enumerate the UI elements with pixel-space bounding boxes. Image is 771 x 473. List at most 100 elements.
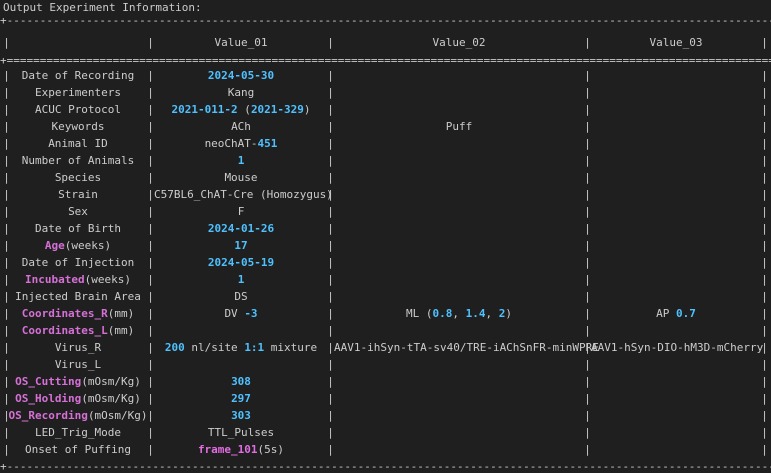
table-row: | | | | | Date of Recording 2024-05-30 (0, 67, 771, 84)
cell-value-01: 2024-05-30 (154, 67, 328, 84)
table-row: | | | | | Date of Injection 2024-05-19 (0, 254, 771, 271)
cell-value-03: AAV1-hSyn-DIO-hM3D-mCherry (591, 339, 763, 356)
cell-value-03 (591, 67, 761, 84)
text-segment: Strain (58, 188, 98, 201)
cell-value-01: 297 (154, 390, 328, 407)
column-divider: | (761, 103, 768, 116)
column-divider: | (761, 426, 768, 439)
cell-value-02 (334, 237, 584, 254)
column-divider: | (761, 324, 768, 337)
numeric-value: 1 (237, 273, 245, 286)
column-divider: | (761, 188, 768, 201)
cell-label: Injected Brain Area (7, 288, 149, 305)
table-header-row: | | Value_01 | Value_02 | Value_03 | (0, 34, 771, 51)
numeric-value: 1:1 (244, 341, 265, 354)
column-divider: | (584, 36, 591, 49)
numeric-value: 0.8 (432, 307, 453, 320)
column-divider: | (761, 171, 768, 184)
table-row: | | | | | Virus_R 200 nl/site 1:1 mixture AAV1-… (0, 339, 771, 356)
cell-label: Age(weeks) (7, 237, 149, 254)
cell-value-03 (591, 237, 761, 254)
cell-value-02 (334, 169, 584, 186)
text-segment: DS (234, 290, 248, 303)
text-segment: (mm) (107, 307, 135, 320)
table-row: | | | | | Age(weeks) 17 (0, 237, 771, 254)
column-divider: | (584, 154, 591, 167)
column-divider: | (761, 358, 768, 371)
text-segment: , (485, 307, 499, 320)
cell-label: Coordinates_L(mm) (7, 322, 149, 339)
header-cell-value-02: Value_02 (432, 36, 486, 49)
text-segment: (weeks) (64, 239, 112, 252)
cell-value-02 (334, 271, 584, 288)
table-row: | | | | | OS_Holding(mOsm/Kg) 297 (0, 390, 771, 407)
table-row: | | | | | OS_Recording(mOsm/Kg) 303 (0, 407, 771, 424)
cell-value-02 (334, 220, 584, 237)
highlighted-text: OS_Cutting (15, 375, 82, 388)
text-segment: Date of Recording (21, 69, 135, 82)
text-segment: , (452, 307, 466, 320)
table-border-header: +=======================================… (0, 55, 771, 67)
cell-value-01: 17 (154, 237, 328, 254)
column-divider: | (584, 358, 591, 371)
cell-value-02 (334, 186, 584, 203)
text-segment: Date of Injection (21, 256, 135, 269)
table-row: | | | | | Date of Birth 2024-01-26 (0, 220, 771, 237)
column-divider: | (761, 222, 768, 235)
cell-value-03 (591, 390, 761, 407)
table-row: | | | | | Incubated(weeks) 1 (0, 271, 771, 288)
cell-value-03 (591, 118, 761, 135)
table-row: | | | | | ACUC Protocol 2021-011-2 (2021-329) (0, 101, 771, 118)
column-divider: | (327, 426, 334, 439)
column-divider: | (584, 392, 591, 405)
cell-value-03 (591, 424, 761, 441)
cell-label: Sex (7, 203, 149, 220)
column-divider: | (584, 273, 591, 286)
cell-value-01: F (154, 203, 328, 220)
column-divider: | (327, 171, 334, 184)
text-segment: Onset of Puffing (25, 443, 131, 456)
column-divider: | (584, 137, 591, 150)
cell-value-01: DS (154, 288, 328, 305)
column-divider: | (761, 392, 768, 405)
column-divider: | (584, 409, 591, 422)
highlighted-text: Coordinates_L (21, 324, 108, 337)
column-divider: | (327, 307, 334, 320)
numeric-value: 451 (257, 137, 278, 150)
cell-label: OS_Cutting(mOsm/Kg) (7, 373, 149, 390)
cell-label: Species (7, 169, 149, 186)
cell-value-01: 2024-05-19 (154, 254, 328, 271)
text-segment: (mOsm/Kg) (81, 392, 141, 405)
text-segment: Mouse (224, 171, 258, 184)
text-segment: (mOsm/Kg) (87, 409, 148, 422)
cell-value-03 (591, 441, 761, 458)
cell-value-02 (334, 254, 584, 271)
cell-value-02 (334, 322, 584, 339)
column-divider: | (584, 171, 591, 184)
table-row: | | | | | OS_Cutting(mOsm/Kg) 308 (0, 373, 771, 390)
column-divider: | (584, 120, 591, 133)
column-divider: | (761, 239, 768, 252)
table-row: | | | | | Coordinates_L(mm) (0, 322, 771, 339)
cell-value-01: 1 (154, 271, 328, 288)
numeric-value: 200 (164, 341, 185, 354)
column-divider: | (584, 86, 591, 99)
column-divider: | (761, 120, 768, 133)
text-segment: nl/site (184, 341, 245, 354)
cell-label: Strain (7, 186, 149, 203)
cell-value-03: AP 0.7 (591, 305, 761, 322)
text-segment: ACUC Protocol (34, 103, 122, 116)
cell-value-01: DV -3 (154, 305, 328, 322)
text-segment: (mm) (107, 324, 135, 337)
numeric-value: 2021-011-2 (171, 103, 238, 116)
cell-value-03 (591, 169, 761, 186)
column-divider: | (327, 69, 334, 82)
cell-value-03 (591, 288, 761, 305)
cell-label: Date of Injection (7, 254, 149, 271)
cell-value-01: C57BL6_ChAT-Cre (Homozygus) (154, 186, 333, 203)
column-divider: | (327, 273, 334, 286)
cell-label: Keywords (7, 118, 149, 135)
text-segment: TTL_Pulses (207, 426, 275, 439)
table-row: | | | | | Coordinates_R(mm) DV -3 ML (0.8, 1.4,… (0, 305, 771, 322)
column-divider: | (761, 375, 768, 388)
